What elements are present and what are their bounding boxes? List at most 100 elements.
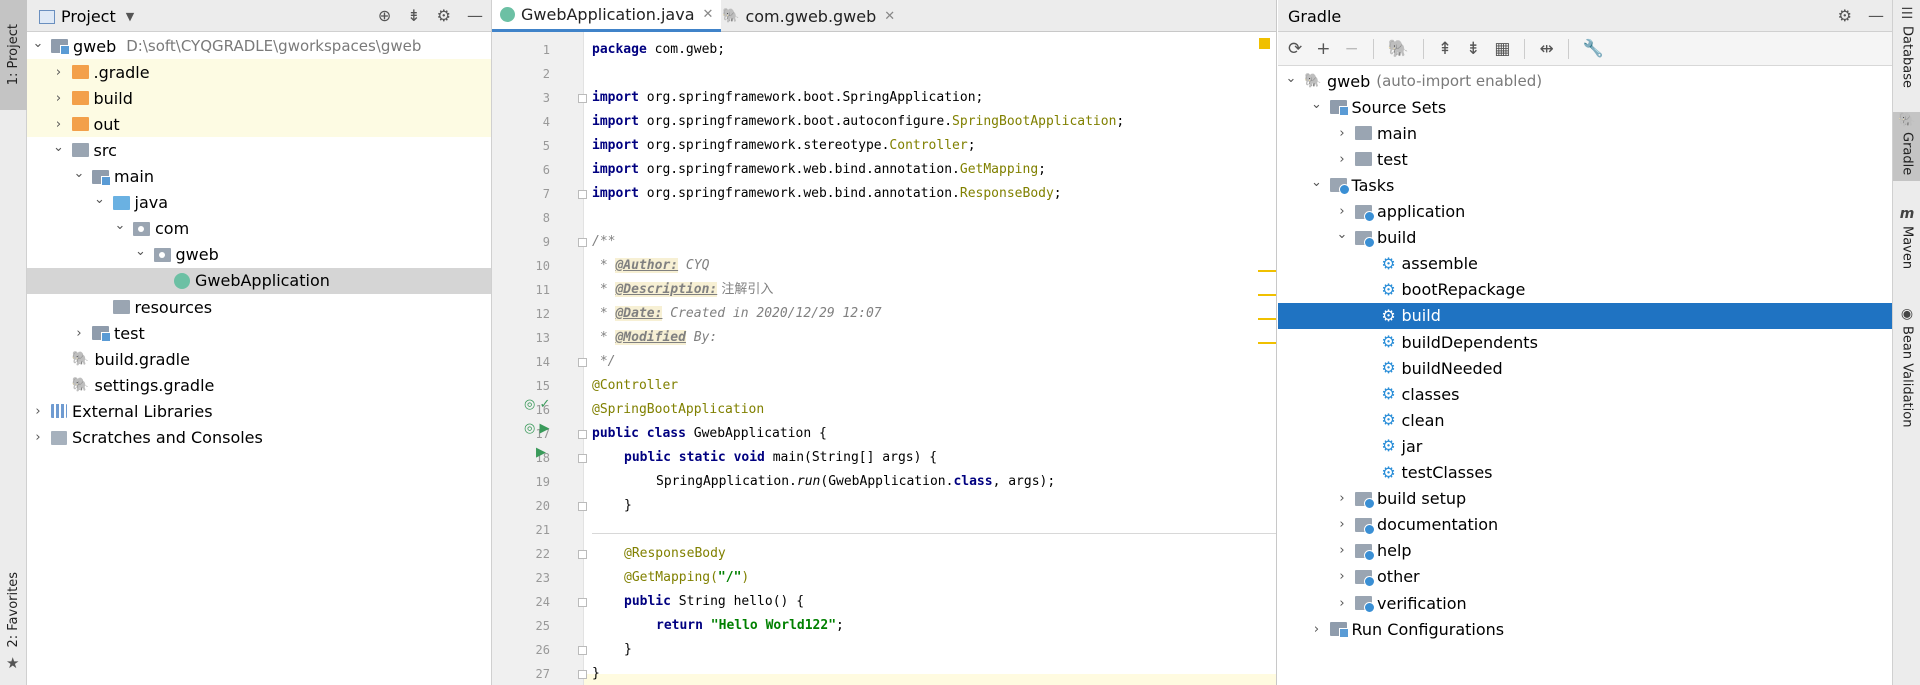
- code-line-13[interactable]: * @Modified By:: [592, 326, 717, 350]
- code-line-1[interactable]: package com.gweb;: [592, 38, 725, 62]
- gradle-tree-item[interactable]: ⚙ build: [1278, 302, 1892, 329]
- tool-tab-maven[interactable]: m Maven: [1893, 206, 1920, 269]
- chevron-down-icon[interactable]: ⌄: [72, 166, 86, 181]
- fold-marker[interactable]: [578, 646, 587, 655]
- locate-icon[interactable]: ⊕: [378, 6, 391, 25]
- code-line-24[interactable]: public String hello() {: [624, 590, 804, 614]
- chevron-right-icon[interactable]: ›: [1335, 204, 1349, 219]
- chevron-right-icon[interactable]: ›: [1335, 517, 1349, 532]
- code-line-22[interactable]: @ResponseBody: [624, 542, 726, 566]
- collapse-all-icon[interactable]: ⇟: [1466, 39, 1480, 59]
- warning-marker[interactable]: [1258, 318, 1276, 320]
- chevron-right-icon[interactable]: ›: [52, 117, 66, 132]
- code-line-11[interactable]: * @Description: 注解引入: [592, 278, 773, 302]
- project-view-selector[interactable]: Project ▼: [39, 7, 134, 26]
- project-tree-item[interactable]: ⌄ src: [27, 137, 491, 163]
- line-number[interactable]: 1: [492, 38, 550, 62]
- fold-marker[interactable]: [578, 454, 587, 463]
- gradle-tree-item[interactable]: ⚙ assemble: [1278, 251, 1892, 277]
- tool-tab-bean-validation[interactable]: ◉ Bean Validation: [1893, 306, 1920, 427]
- tool-tab-project[interactable]: 1: Project: [0, 0, 27, 110]
- chevron-down-icon[interactable]: ⌄: [113, 218, 127, 233]
- line-number[interactable]: 4: [492, 110, 550, 134]
- chevron-down-icon[interactable]: ⌄: [52, 140, 66, 155]
- line-number[interactable]: 26: [492, 638, 550, 662]
- line-number[interactable]: 14: [492, 350, 550, 374]
- project-tree-item[interactable]: ⌄ gweb: [27, 242, 491, 268]
- gradle-tree-item[interactable]: ⚙ clean: [1278, 407, 1892, 433]
- chevron-down-icon[interactable]: ⌄: [93, 192, 107, 207]
- tool-tab-favorites[interactable]: 2: Favorites: [0, 565, 27, 655]
- line-number[interactable]: 22: [492, 542, 550, 566]
- line-number[interactable]: 19: [492, 470, 550, 494]
- chevron-right-icon[interactable]: ›: [1310, 622, 1324, 637]
- project-tree-item[interactable]: › out: [27, 111, 491, 138]
- fold-marker[interactable]: [578, 190, 587, 199]
- project-tree-item[interactable]: › test: [27, 320, 491, 346]
- code-line-9[interactable]: /**: [592, 230, 615, 254]
- chevron-right-icon[interactable]: ›: [1335, 152, 1349, 167]
- line-number[interactable]: 10: [492, 254, 550, 278]
- minimize-icon[interactable]: —: [467, 6, 483, 25]
- star-icon[interactable]: ★: [6, 654, 19, 672]
- gradle-tree-item[interactable]: › build setup: [1278, 486, 1892, 512]
- gradle-tree-item[interactable]: › main: [1278, 120, 1892, 146]
- line-number[interactable]: 9: [492, 230, 550, 254]
- gradle-tree-item[interactable]: › documentation: [1278, 512, 1892, 538]
- warning-marker[interactable]: [1258, 294, 1276, 296]
- gradle-tree-item[interactable]: ⚙ classes: [1278, 381, 1892, 407]
- wrench-icon[interactable]: 🔧: [1583, 39, 1604, 59]
- refresh-icon[interactable]: ⟳: [1288, 39, 1302, 59]
- gradle-tree-item[interactable]: ⌄ Tasks: [1278, 172, 1892, 198]
- code-line-17[interactable]: public class GwebApplication {: [592, 422, 827, 446]
- line-number[interactable]: 23: [492, 566, 550, 590]
- code-line-23[interactable]: @GetMapping("/"): [624, 566, 749, 590]
- code-line-20[interactable]: }: [624, 494, 632, 518]
- code-line-25[interactable]: return "Hello World122";: [656, 614, 844, 638]
- code-line-4[interactable]: import org.springframework.boot.autoconf…: [592, 110, 1124, 134]
- project-tree-item[interactable]: 🐘 settings.gradle: [27, 372, 491, 398]
- line-number[interactable]: 2: [492, 62, 550, 86]
- code-line-3[interactable]: import org.springframework.boot.SpringAp…: [592, 86, 983, 110]
- project-tree-item[interactable]: › Scratches and Consoles: [27, 425, 491, 451]
- line-number[interactable]: 7: [492, 182, 550, 206]
- tool-tab-gradle[interactable]: 🐘 Gradle: [1893, 112, 1920, 182]
- close-icon[interactable]: ✕: [884, 9, 895, 24]
- toggle-offline-icon[interactable]: ⇹: [1539, 39, 1553, 59]
- chevron-right-icon[interactable]: ›: [31, 404, 45, 419]
- fold-marker[interactable]: [578, 502, 587, 511]
- project-tree-item[interactable]: › build: [27, 85, 491, 112]
- line-number[interactable]: 5: [492, 134, 550, 158]
- gradle-tree-item[interactable]: ⚙ jar: [1278, 433, 1892, 459]
- gradle-tree-item[interactable]: › test: [1278, 146, 1892, 172]
- gradle-tree-item[interactable]: ⌄ build: [1278, 225, 1892, 251]
- gradle-tree-item[interactable]: ⌄ 🐘 gweb (auto-import enabled): [1278, 68, 1892, 94]
- gear-icon[interactable]: ⚙: [437, 6, 451, 25]
- tool-tab-database[interactable]: ☰ Database: [1893, 6, 1920, 88]
- remove-icon[interactable]: −: [1345, 39, 1359, 59]
- chevron-down-icon[interactable]: ⌄: [1335, 227, 1349, 242]
- project-tree-item[interactable]: 🐘 build.gradle: [27, 346, 491, 372]
- gradle-tree-item[interactable]: ⌄ Source Sets: [1278, 94, 1892, 120]
- code-line-10[interactable]: * @Author: CYQ: [592, 254, 709, 278]
- gradle-tree-item[interactable]: ⚙ buildNeeded: [1278, 355, 1892, 381]
- close-icon[interactable]: ✕: [703, 7, 714, 22]
- chevron-right-icon[interactable]: ›: [1335, 126, 1349, 141]
- chevron-right-icon[interactable]: ›: [1335, 543, 1349, 558]
- expand-all-icon[interactable]: ⇞: [1438, 39, 1452, 59]
- line-number[interactable]: 24: [492, 590, 550, 614]
- project-tree-item[interactable]: GwebApplication: [27, 267, 491, 294]
- line-number[interactable]: 6: [492, 158, 550, 182]
- fold-marker[interactable]: [578, 550, 587, 559]
- project-tree-item[interactable]: ⌄ com: [27, 216, 491, 242]
- chevron-right-icon[interactable]: ›: [31, 430, 45, 445]
- code-line-12[interactable]: * @Date: Created in 2020/12/29 12:07: [592, 302, 882, 326]
- run-class-icon[interactable]: ◎ ▶: [524, 417, 549, 441]
- line-number[interactable]: 27: [492, 662, 550, 685]
- line-number[interactable]: 12: [492, 302, 550, 326]
- fold-marker[interactable]: [578, 598, 587, 607]
- code-line-14[interactable]: */: [592, 350, 616, 374]
- project-tree-item[interactable]: › External Libraries: [27, 398, 491, 424]
- add-icon[interactable]: +: [1316, 39, 1330, 59]
- chevron-down-icon[interactable]: ⌄: [134, 244, 148, 259]
